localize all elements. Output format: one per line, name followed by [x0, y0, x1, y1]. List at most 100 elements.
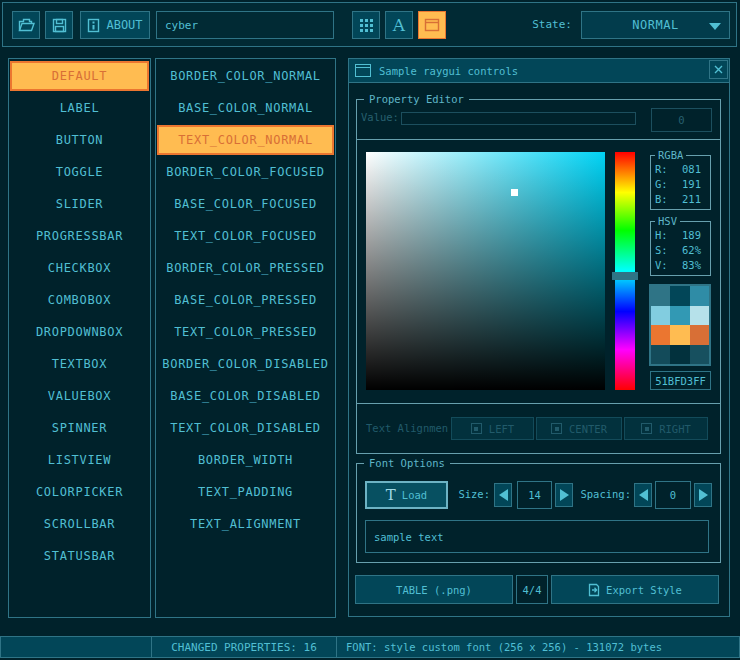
hsv-row: S:62%	[651, 243, 710, 258]
properties-list-item[interactable]: BORDER_WIDTH	[157, 445, 334, 475]
export-style-button[interactable]: Export Style	[551, 575, 719, 604]
controls-list-item[interactable]: VALUEBOX	[10, 381, 149, 411]
properties-list-item[interactable]: BASE_COLOR_NORMAL	[157, 93, 334, 123]
value-spinner[interactable]: 0	[651, 108, 712, 132]
hex-color-value: 51BFD3FF	[655, 375, 706, 387]
font-load-t-icon: T	[386, 488, 396, 503]
font-size-decrease-button[interactable]	[494, 483, 512, 507]
arrow-left-icon	[499, 489, 508, 501]
sample-controls-window: Sample raygui controls Property Editor V…	[348, 58, 730, 617]
rgba-group-label: RGBA	[655, 149, 686, 162]
properties-list-item[interactable]: BASE_COLOR_PRESSED	[157, 285, 334, 315]
hsv-group-label: HSV	[655, 215, 680, 228]
state-dropdown[interactable]: NORMAL	[581, 11, 730, 39]
rgba-group: RGBA R:081 G:191 B:211	[650, 155, 711, 210]
properties-list-item[interactable]: TEXT_COLOR_NORMAL	[157, 125, 334, 155]
state-label: State:	[490, 11, 572, 39]
color-swatch[interactable]	[670, 286, 689, 306]
properties-list-item[interactable]: BORDER_COLOR_FOCUSED	[157, 157, 334, 187]
font-options-group-label: Font Options	[364, 457, 450, 470]
hex-color-box[interactable]: 51BFD3FF	[650, 371, 711, 390]
controls-list-item[interactable]: SPINNER	[10, 413, 149, 443]
window-close-button[interactable]	[709, 60, 728, 79]
color-picker-marker[interactable]	[511, 189, 518, 196]
text-alignment-label: Text Alignmen	[366, 422, 448, 434]
color-swatch[interactable]	[651, 306, 670, 326]
font-view-button[interactable]: A	[385, 11, 413, 39]
sample-text-value: sample text	[374, 531, 444, 543]
controls-list-item[interactable]: COLORPICKER	[10, 477, 149, 507]
properties-list-item[interactable]: BORDER_COLOR_NORMAL	[157, 61, 334, 91]
color-swatch[interactable]	[651, 345, 670, 365]
about-label: ABOUT	[106, 18, 142, 32]
color-swatch[interactable]	[670, 306, 689, 326]
open-style-button[interactable]	[12, 11, 40, 39]
color-swatch[interactable]	[690, 345, 709, 365]
align-center-button[interactable]: CENTER	[536, 417, 622, 440]
color-swatch[interactable]	[670, 345, 689, 365]
properties-list-item[interactable]: TEXT_COLOR_FOCUSED	[157, 221, 334, 251]
font-size-value-box[interactable]: 14	[517, 481, 552, 509]
separator-line	[357, 139, 720, 140]
statusbar-left	[0, 636, 152, 658]
save-icon	[52, 18, 67, 33]
folder-icon	[18, 18, 35, 32]
hue-slider[interactable]	[615, 152, 635, 390]
color-swatch[interactable]	[651, 325, 670, 345]
controls-list-item[interactable]: TOGGLE	[10, 157, 149, 187]
table-png-button[interactable]: TABLE (.png)	[355, 575, 513, 604]
font-load-button[interactable]: T Load	[365, 481, 448, 509]
properties-list-item[interactable]: TEXT_ALIGNMENT	[157, 509, 334, 539]
controls-list-item[interactable]: SLIDER	[10, 189, 149, 219]
value-spinner-value: 0	[678, 114, 684, 126]
controls-list-item[interactable]: STATUSBAR	[10, 541, 149, 571]
controls-list-item[interactable]: DROPDOWNBOX	[10, 317, 149, 347]
controls-list-item[interactable]: DEFAULT	[10, 61, 149, 91]
properties-list-item[interactable]: BASE_COLOR_FOCUSED	[157, 189, 334, 219]
export-icon	[588, 583, 600, 597]
properties-list-item[interactable]: BASE_COLOR_DISABLED	[157, 381, 334, 411]
font-spacing-increase-button[interactable]	[694, 483, 712, 507]
statusbar-font-info: FONT: style custom font (256 x 256) - 13…	[336, 636, 740, 658]
controls-list-item[interactable]: SCROLLBAR	[10, 509, 149, 539]
properties-list-item[interactable]: TEXT_COLOR_PRESSED	[157, 317, 334, 347]
align-right-icon	[641, 423, 652, 434]
style-name-input[interactable]	[156, 11, 334, 39]
hsv-group: HSV H:189 S:62% V:83%	[650, 221, 711, 276]
font-size-increase-button[interactable]	[555, 483, 573, 507]
save-style-button[interactable]	[45, 11, 73, 39]
controls-list-item[interactable]: PROGRESSBAR	[10, 221, 149, 251]
align-left-button[interactable]: LEFT	[451, 417, 534, 440]
color-swatch[interactable]	[670, 325, 689, 345]
statusbar-changed: CHANGED PROPERTIES: 16	[151, 636, 337, 658]
color-swatch[interactable]	[690, 286, 709, 306]
properties-list-item[interactable]: TEXT_PADDING	[157, 477, 334, 507]
controls-view-button[interactable]	[418, 11, 446, 39]
hsv-row: H:189	[651, 228, 710, 243]
controls-list-item[interactable]: CHECKBOX	[10, 253, 149, 283]
hue-slider-handle[interactable]	[612, 272, 638, 280]
controls-list-item[interactable]: BUTTON	[10, 125, 149, 155]
font-spacing-value-box[interactable]: 0	[655, 481, 691, 509]
color-swatch[interactable]	[651, 286, 670, 306]
color-swatch[interactable]	[690, 306, 709, 326]
controls-list-item[interactable]: LABEL	[10, 93, 149, 123]
controls-list-item[interactable]: TEXTBOX	[10, 349, 149, 379]
properties-list-item[interactable]: BORDER_COLOR_DISABLED	[157, 349, 334, 379]
about-button[interactable]: ABOUT	[80, 11, 150, 39]
pages-value-box[interactable]: 4/4	[516, 575, 548, 604]
value-label: Value:	[361, 111, 399, 123]
controls-list-item[interactable]: COMBOBOX	[10, 285, 149, 315]
font-spacing-decrease-button[interactable]	[634, 483, 652, 507]
style-table-view-button[interactable]	[352, 11, 380, 39]
controls-list-item[interactable]: LISTVIEW	[10, 445, 149, 475]
color-picker-panel[interactable]	[366, 152, 605, 390]
align-right-button[interactable]: RIGHT	[624, 417, 708, 440]
align-center-icon	[551, 423, 562, 434]
color-swatch[interactable]	[690, 325, 709, 345]
properties-list-item[interactable]: BORDER_COLOR_PRESSED	[157, 253, 334, 283]
sample-text-box[interactable]: sample text	[365, 520, 709, 553]
font-options-group: Font Options T Load Size: 14 Spacing: 0 …	[356, 463, 721, 563]
properties-list-item[interactable]: TEXT_COLOR_DISABLED	[157, 413, 334, 443]
value-input[interactable]	[401, 112, 636, 125]
